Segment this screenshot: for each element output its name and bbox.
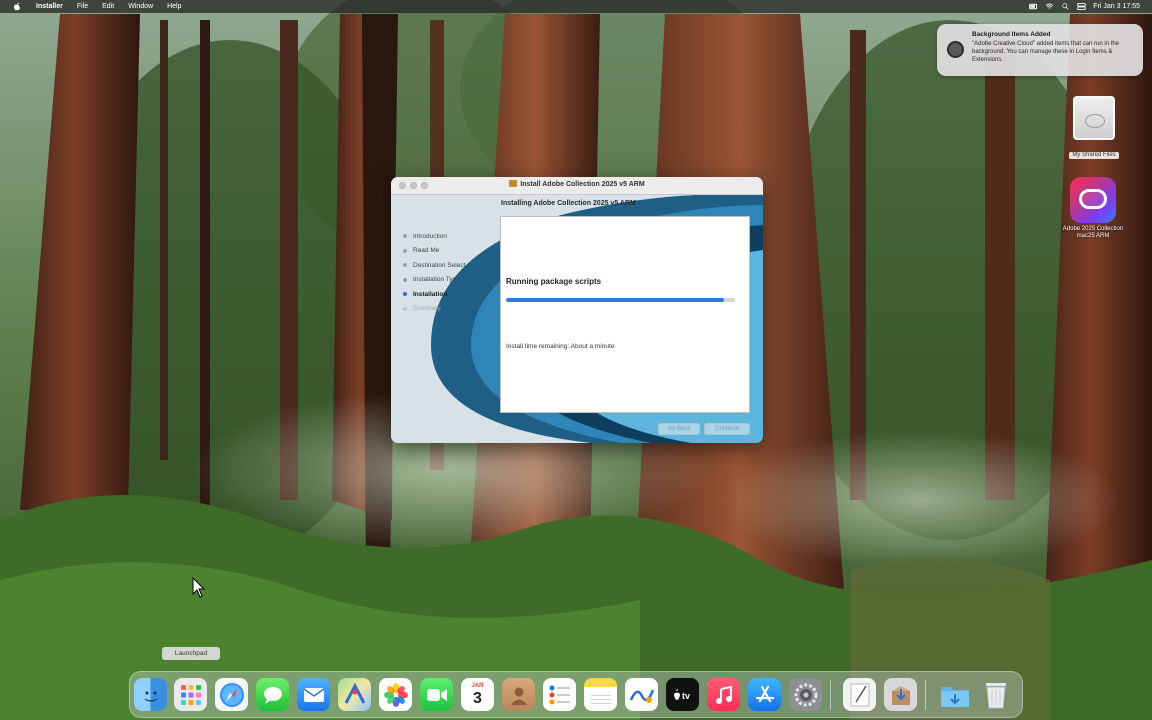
- step-label: Destination Select: [413, 261, 466, 269]
- creative-cloud-icon: [1070, 177, 1116, 223]
- safari-icon[interactable]: [215, 678, 248, 711]
- step-label: Introduction: [413, 232, 447, 240]
- step-summary: Summary: [403, 302, 465, 317]
- freeform-icon[interactable]: [625, 678, 658, 711]
- launchpad-tooltip: Launchpad: [162, 647, 220, 660]
- menu-bar: Installer File Edit Window Help Fri Jan …: [0, 0, 1152, 13]
- step-label: Read Me: [413, 247, 440, 255]
- step-introduction: Introduction: [403, 229, 465, 244]
- step-destination-select: Destination Select: [403, 258, 465, 273]
- text-edit-icon[interactable]: [843, 678, 876, 711]
- dock-separator: [830, 680, 831, 710]
- install-status-text: Running package scripts: [506, 277, 602, 286]
- menu-edit[interactable]: Edit: [102, 3, 114, 10]
- menu-app-name[interactable]: Installer: [36, 3, 63, 10]
- notification-title: Background Items Added: [972, 31, 1051, 38]
- desktop-icon-label: My Shared Files: [1069, 152, 1119, 159]
- launchpad-icon[interactable]: [174, 678, 207, 711]
- downloads-folder-icon[interactable]: [938, 678, 971, 711]
- window-title: Install Adobe Collection 2025 v5 ARM: [391, 180, 763, 188]
- settings-gear-icon: [947, 41, 964, 58]
- menu-window[interactable]: Window: [128, 3, 153, 10]
- svg-text:tv: tv: [682, 691, 690, 701]
- background-items-notification[interactable]: Background Items Added "Adobe Creative C…: [937, 24, 1143, 76]
- step-bullet: [403, 234, 407, 239]
- window-titlebar[interactable]: Install Adobe Collection 2025 v5 ARM: [391, 177, 763, 195]
- step-label: Installation: [413, 290, 448, 298]
- mouse-pointer-icon: [192, 577, 206, 598]
- calendar-icon[interactable]: JAN 3: [461, 678, 494, 711]
- installer-window: Install Adobe Collection 2025 v5 ARM Ins…: [391, 177, 763, 443]
- continue-button[interactable]: Continue: [704, 423, 750, 435]
- step-label: Summary: [413, 305, 441, 313]
- step-label: Installation Type: [413, 276, 460, 284]
- wifi-icon[interactable]: [1045, 3, 1054, 10]
- desktop-icon-adobe-collection[interactable]: Adobe 2025 Collection mac25 ARM: [1058, 177, 1128, 240]
- notes-icon[interactable]: [584, 678, 617, 711]
- desktop-icon-shared-files[interactable]: My Shared Files: [1059, 96, 1129, 161]
- maps-icon[interactable]: [338, 678, 371, 711]
- menu-help[interactable]: Help: [167, 3, 181, 10]
- photos-icon[interactable]: [379, 678, 412, 711]
- mail-icon[interactable]: [297, 678, 330, 711]
- dock-separator: [925, 680, 926, 710]
- tv-icon[interactable]: tv: [666, 678, 699, 711]
- disk-icon: [1073, 96, 1115, 140]
- installer-steps: Introduction Read Me Destination Select …: [403, 229, 465, 316]
- facetime-icon[interactable]: [420, 678, 453, 711]
- apple-menu-icon[interactable]: [12, 2, 22, 11]
- finder-icon[interactable]: [134, 678, 167, 711]
- calendar-day: 3: [473, 690, 482, 707]
- install-progress-bar: [506, 298, 735, 302]
- installer-content-pane: Running package scripts Install time rem…: [500, 216, 750, 413]
- contacts-icon[interactable]: [502, 678, 535, 711]
- trash-icon[interactable]: [979, 678, 1012, 711]
- menu-extras: Fri Jan 3 17:55: [1029, 0, 1140, 13]
- step-bullet: [403, 263, 407, 268]
- menu-file[interactable]: File: [77, 3, 88, 10]
- step-installation: Installation: [403, 287, 465, 302]
- dock: JAN 3 tv: [129, 671, 1023, 718]
- notification-body: "Adobe Creative Cloud" added items that …: [972, 41, 1120, 63]
- menu-clock[interactable]: Fri Jan 3 17:55: [1093, 3, 1140, 10]
- step-bullet: [403, 248, 407, 253]
- system-settings-icon[interactable]: [789, 678, 822, 711]
- step-bullet: [403, 292, 407, 297]
- package-icon: [509, 180, 518, 187]
- desktop-icon-label: Adobe 2025 Collection mac25 ARM: [1062, 226, 1124, 239]
- time-remaining-text: Install time remaining: About a minute: [506, 343, 615, 350]
- installer-subheader: Installing Adobe Collection 2025 v5 ARM: [501, 200, 636, 207]
- step-bullet: [403, 277, 407, 282]
- music-icon[interactable]: [707, 678, 740, 711]
- control-center-icon[interactable]: [1077, 3, 1087, 10]
- app-store-icon[interactable]: [748, 678, 781, 711]
- reminders-icon[interactable]: [543, 678, 576, 711]
- go-back-button[interactable]: Go Back: [658, 423, 700, 435]
- calendar-month: JAN: [471, 683, 484, 689]
- progress-fill: [506, 298, 724, 302]
- window-title-text: Install Adobe Collection 2025 v5 ARM: [520, 181, 645, 188]
- battery-icon[interactable]: [1029, 3, 1038, 10]
- step-bullet: [403, 306, 407, 311]
- step-installation-type: Installation Type: [403, 273, 465, 288]
- search-icon[interactable]: [1061, 3, 1070, 10]
- step-read-me: Read Me: [403, 244, 465, 259]
- installer-icon[interactable]: [884, 678, 917, 711]
- messages-icon[interactable]: [256, 678, 289, 711]
